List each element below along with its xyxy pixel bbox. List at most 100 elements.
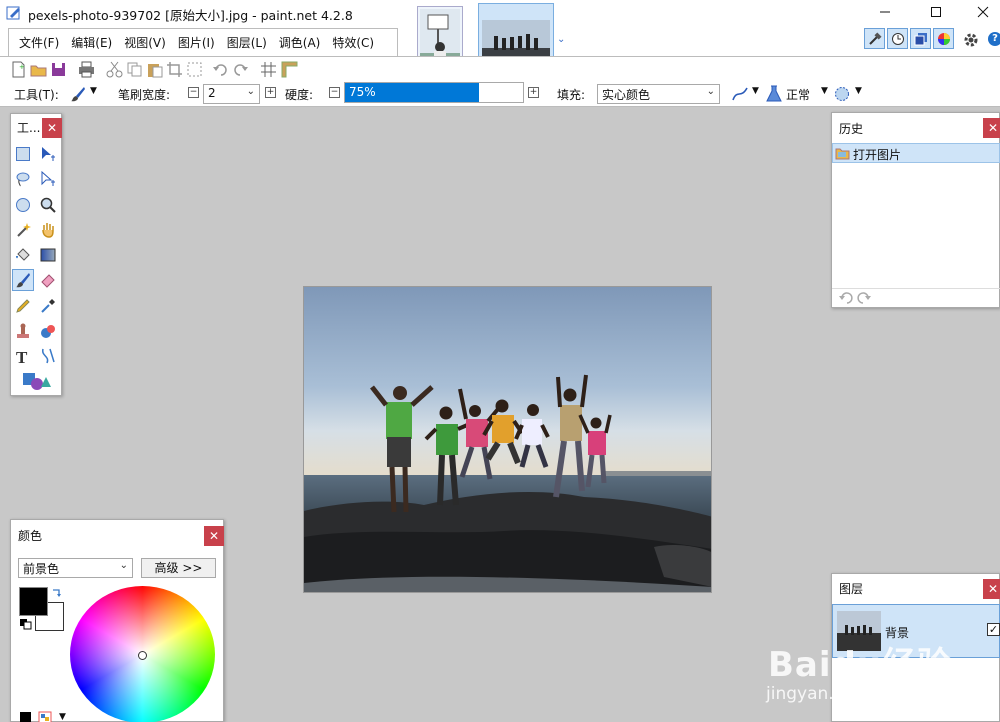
fill-label: 填充: xyxy=(557,88,586,102)
selection-mode-icon[interactable] xyxy=(834,86,850,102)
tool-dropdown-icon[interactable]: ▼ xyxy=(90,86,97,96)
minimize-button[interactable] xyxy=(874,2,896,22)
rectangle-select-icon[interactable] xyxy=(12,143,34,165)
ellipse-select-icon[interactable] xyxy=(12,194,34,216)
history-undo-icon[interactable] xyxy=(838,291,854,305)
lasso-select-icon[interactable] xyxy=(12,168,34,190)
history-panel-close-button[interactable]: ✕ xyxy=(983,118,1000,138)
swap-colors-icon[interactable] xyxy=(52,587,62,599)
image-canvas[interactable] xyxy=(303,286,712,593)
color-mode-value: 前景色 xyxy=(23,562,60,576)
hardness-slider[interactable]: 75% xyxy=(344,82,524,103)
paste-icon[interactable] xyxy=(146,61,163,78)
color-mode-combo[interactable]: 前景色 ⌄ xyxy=(18,558,133,578)
hardness-decrease-button[interactable]: − xyxy=(329,87,340,98)
gradient-icon[interactable] xyxy=(37,244,59,266)
recolor-icon[interactable] xyxy=(37,320,59,342)
ruler-icon[interactable] xyxy=(281,61,298,78)
tools-toggle-button[interactable] xyxy=(864,28,885,49)
cut-icon[interactable] xyxy=(106,61,123,78)
eraser-icon[interactable] xyxy=(37,269,59,291)
svg-text:+: + xyxy=(19,63,25,71)
menu-file[interactable]: 文件(F) xyxy=(13,29,65,57)
chevron-down-icon: ⌄ xyxy=(119,560,128,571)
color-picker-icon[interactable] xyxy=(37,295,59,317)
brush-width-combo[interactable]: 2 ⌄ xyxy=(203,84,260,104)
magic-wand-icon[interactable] xyxy=(12,219,34,241)
grid-icon[interactable] xyxy=(260,61,277,78)
brush-width-increase-button[interactable]: + xyxy=(265,87,276,98)
open-folder-icon[interactable] xyxy=(30,61,47,78)
colors-panel-close-button[interactable]: ✕ xyxy=(204,526,224,546)
hardness-value: 75% xyxy=(349,85,376,99)
history-panel: 历史 ✕ 打开图片 xyxy=(831,112,1000,308)
blend-mode-dropdown-icon[interactable]: ▼ xyxy=(821,86,828,96)
baidu-watermark-url: jingyan.baidu.com xyxy=(766,684,923,704)
pan-hand-icon[interactable] xyxy=(37,219,59,241)
paintbrush-tool-icon[interactable] xyxy=(12,269,34,291)
brush-width-decrease-button[interactable]: − xyxy=(188,87,199,98)
reset-colors-icon[interactable] xyxy=(19,618,33,630)
colors-toggle-button[interactable] xyxy=(933,28,954,49)
palette-black-swatch-icon[interactable] xyxy=(19,711,33,722)
save-icon[interactable] xyxy=(50,61,67,78)
layer-visibility-checkbox[interactable]: ✓ xyxy=(987,623,1000,636)
maximize-button[interactable] xyxy=(925,2,947,22)
new-file-icon[interactable]: + xyxy=(10,61,27,78)
copy-icon[interactable] xyxy=(126,61,143,78)
color-wheel[interactable] xyxy=(70,586,215,722)
blend-mode-value[interactable]: 正常 xyxy=(786,86,810,103)
hardness-label: 硬度: xyxy=(285,88,314,102)
pencil-icon[interactable] xyxy=(12,295,34,317)
history-redo-icon[interactable] xyxy=(856,291,872,305)
menu-effects[interactable]: 特效(C) xyxy=(326,29,380,57)
primary-color-swatch[interactable] xyxy=(19,587,48,616)
close-icon: ✕ xyxy=(987,121,999,135)
redo-icon[interactable] xyxy=(232,61,249,78)
history-toggle-button[interactable] xyxy=(887,28,908,49)
history-divider xyxy=(832,288,1000,289)
history-item[interactable]: 打开图片 xyxy=(832,143,1000,163)
antialiasing-dropdown-icon[interactable]: ▼ xyxy=(752,86,759,96)
paintbrush-icon[interactable] xyxy=(70,86,86,102)
hammer-icon xyxy=(868,31,882,45)
layers-panel-close-button[interactable]: ✕ xyxy=(983,579,1000,599)
clone-stamp-icon[interactable] xyxy=(12,320,34,342)
menu-bar: 文件(F) 编辑(E) 视图(V) 图片(I) 图层(L) 调色(A) 特效(C… xyxy=(8,28,398,56)
move-selection-icon[interactable] xyxy=(37,168,59,190)
menu-image[interactable]: 图片(I) xyxy=(172,29,221,57)
antialiasing-icon[interactable] xyxy=(731,85,749,103)
palette-dropdown-icon[interactable]: ▼ xyxy=(59,712,66,722)
deselect-icon[interactable] xyxy=(186,61,203,78)
advanced-colors-button[interactable]: 高级 >> xyxy=(141,558,216,578)
shapes-icon[interactable] xyxy=(21,370,53,392)
menu-edit[interactable]: 编辑(E) xyxy=(65,29,118,57)
tool-label: 工具(T): xyxy=(14,88,59,102)
line-curve-icon[interactable] xyxy=(37,345,59,367)
tools-panel-close-button[interactable]: ✕ xyxy=(42,118,62,138)
settings-gear-icon[interactable] xyxy=(962,31,980,52)
print-icon[interactable] xyxy=(78,61,95,78)
menu-adjustments[interactable]: 调色(A) xyxy=(273,29,327,57)
layers-toggle-button[interactable] xyxy=(910,28,931,49)
open-image-icon xyxy=(835,148,850,160)
flask-blend-icon[interactable] xyxy=(766,85,782,102)
menu-layers[interactable]: 图层(L) xyxy=(221,29,273,57)
color-wheel-marker[interactable] xyxy=(138,651,147,660)
crop-icon[interactable] xyxy=(166,61,183,78)
tabs-dropdown-chevron-icon[interactable]: ⌄ xyxy=(557,34,565,45)
undo-icon[interactable] xyxy=(212,61,229,78)
palette-icon[interactable] xyxy=(38,711,52,722)
move-selected-icon[interactable] xyxy=(37,143,59,165)
selection-mode-dropdown-icon[interactable]: ▼ xyxy=(855,86,862,96)
text-tool-icon[interactable]: T xyxy=(12,345,34,367)
hardness-increase-button[interactable]: + xyxy=(528,87,539,98)
menu-view[interactable]: 视图(V) xyxy=(118,29,172,57)
close-window-button[interactable] xyxy=(972,2,994,22)
paint-bucket-icon[interactable] xyxy=(12,244,34,266)
clock-icon xyxy=(891,32,904,45)
fill-mode-combo[interactable]: 实心颜色 ⌄ xyxy=(597,84,720,104)
help-icon[interactable]: ? xyxy=(988,32,1000,46)
colors-panel: 颜色 ✕ 前景色 ⌄ 高级 >> ▼ xyxy=(10,519,224,722)
zoom-icon[interactable] xyxy=(37,194,59,216)
